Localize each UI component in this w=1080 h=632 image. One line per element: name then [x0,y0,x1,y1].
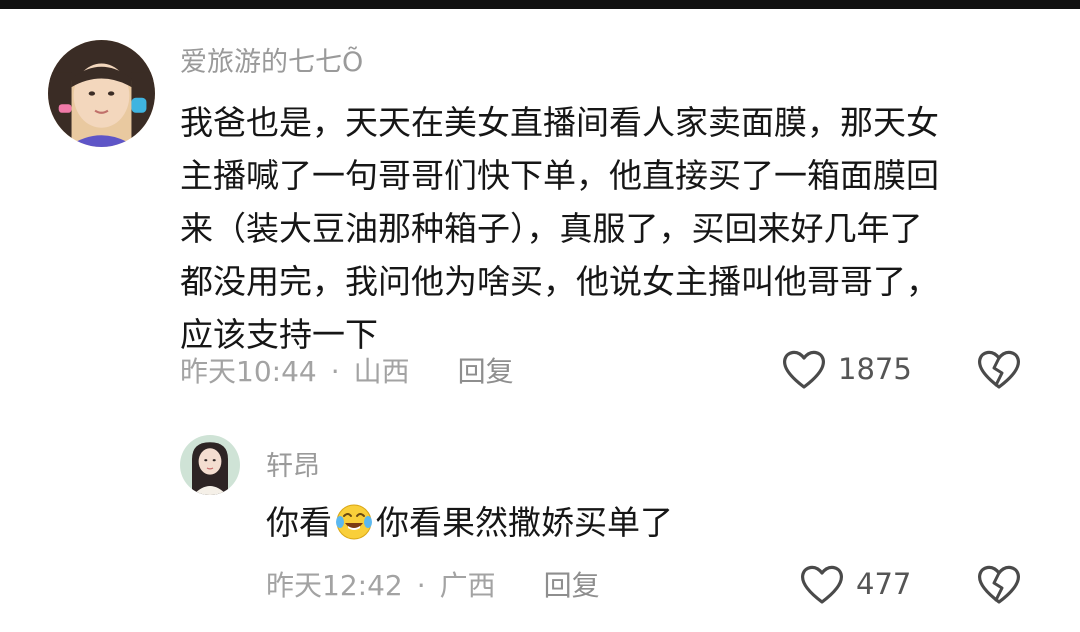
comment-username[interactable]: 爱旅游的七七Õ [180,49,363,76]
dislike-button[interactable] [975,562,1023,610]
comment-meta: 昨天10:44 · 山西 回复 [180,358,514,386]
content-line: 我爸也是，天天在美女直播间看人家卖面膜，那天女 [180,103,939,142]
comment-username[interactable]: 轩昂 [266,453,320,480]
content-line: 来（装大豆油那种箱子），真服了，买回来好几年了 [180,209,923,248]
dislike-button[interactable] [975,347,1023,395]
crying-laughing-emoji-icon [336,504,372,540]
broken-heart-icon [977,565,1021,604]
content-line: 都没用完，我问他为啥买，他说女主播叫他哥哥了， [180,262,939,301]
avatar[interactable] [48,40,155,147]
reply-button[interactable]: 回复 [544,569,600,602]
broken-heart-icon [977,350,1021,389]
separator: · [330,355,340,388]
like-count: 477 [856,566,912,601]
comment-location: 广西 [439,569,496,602]
comment-time: 昨天12:42 [266,569,403,602]
like-count: 1875 [838,351,912,386]
comment-content: 你看 你看果然撒娇买单了 [266,496,673,549]
user-avatar-icon [48,40,155,147]
comment-content: 我爸也是，天天在美女直播间看人家卖面膜，那天女 主播喊了一句哥哥们快下单，他直接… [180,96,939,361]
like-button[interactable]: 1875 [780,347,912,391]
status-bar-edge [0,0,1080,9]
content-text: 你看果然撒娇买单了 [376,503,673,542]
separator: · [416,569,426,602]
content-text: 你看 [266,503,332,542]
user-avatar-icon [180,435,240,495]
avatar[interactable] [180,435,240,495]
comment-time: 昨天10:44 [180,355,317,388]
comment-location: 山西 [353,355,410,388]
comment-meta: 昨天12:42 · 广西 回复 [266,572,600,600]
like-button[interactable]: 477 [798,562,911,606]
content-line: 主播喊了一句哥哥们快下单，他直接买了一箱面膜回 [180,156,939,195]
heart-outline-icon [800,565,844,604]
reply-button[interactable]: 回复 [458,355,514,388]
heart-outline-icon [782,350,826,389]
